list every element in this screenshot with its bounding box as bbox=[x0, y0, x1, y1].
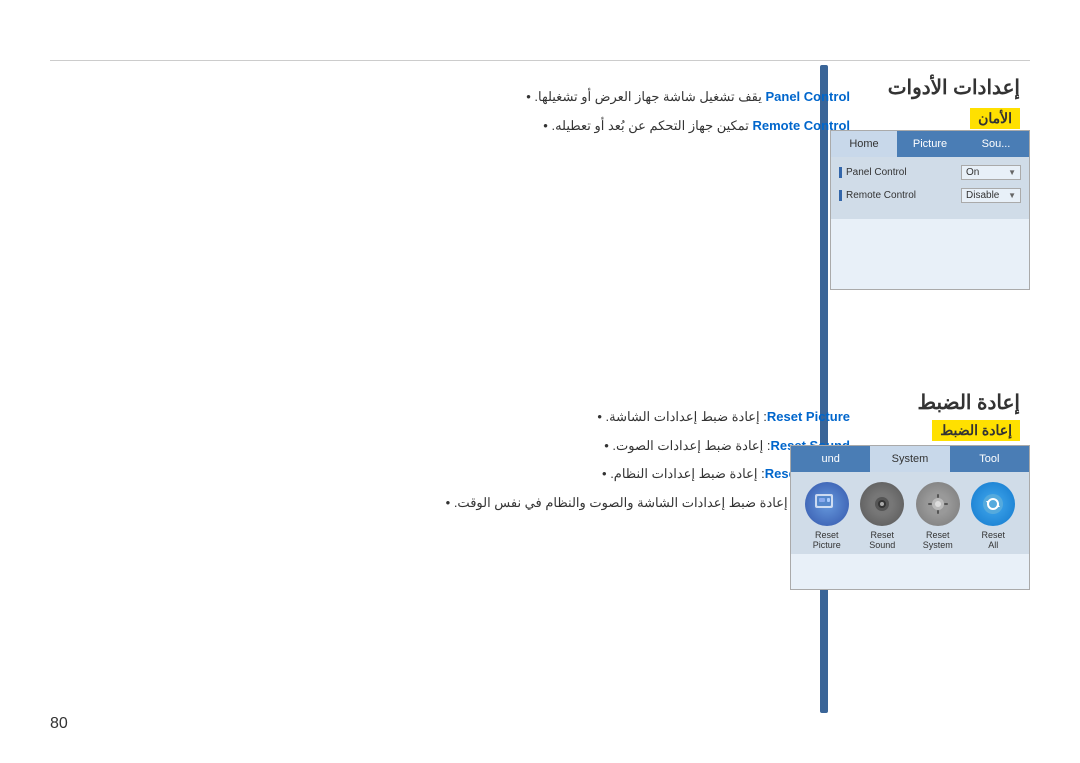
section1-description: Panel Control يقف تشغيل شاشة جهاز العرض … bbox=[100, 85, 850, 144]
vertical-divider bbox=[820, 65, 828, 713]
section1-item-1: Panel Control يقف تشغيل شاشة جهاز العرض … bbox=[100, 85, 850, 108]
screenshot1-remote-label: Remote Control bbox=[839, 190, 957, 201]
section1-title: إعدادات الأدوات bbox=[888, 75, 1020, 100]
screenshot-security: Home Picture Sou... Panel Control On ▼ R… bbox=[830, 130, 1030, 290]
tab-picture[interactable]: Picture bbox=[897, 131, 963, 157]
section1-subtitle: الأمان bbox=[970, 108, 1020, 129]
remote-control-desc: تمكين جهاز التحكم عن بُعد أو تعطيله. bbox=[551, 118, 748, 133]
reset-system-desc: إعادة ضبط إعدادات النظام. bbox=[610, 466, 757, 481]
reset-system-icon bbox=[916, 482, 960, 526]
reset-system-label-img: ResetSystem bbox=[923, 530, 953, 550]
reset-sound-desc: إعادة ضبط إعدادات الصوت. bbox=[612, 438, 763, 453]
screenshot1-row-panel: Panel Control On ▼ bbox=[839, 165, 1021, 180]
reset-picture-label: Reset Picture bbox=[767, 409, 850, 424]
reset-all-desc: إعادة ضبط إعدادات الشاشة والصوت والنظام … bbox=[454, 495, 788, 510]
top-divider bbox=[50, 60, 1030, 61]
reset-all-label-img: ResetAll bbox=[981, 530, 1005, 550]
tab-tool[interactable]: Tool bbox=[950, 446, 1029, 472]
reset-all-icon bbox=[971, 482, 1015, 526]
reset-picture-icon bbox=[805, 482, 849, 526]
panel-control-label: Panel Control bbox=[765, 89, 850, 104]
screenshot2-tabbar: und System Tool bbox=[791, 446, 1029, 472]
section2-title: إعادة الضبط bbox=[917, 390, 1020, 415]
reset-all-icon-item: ResetAll bbox=[967, 482, 1019, 550]
reset-sound-icon-item: ResetSound bbox=[856, 482, 908, 550]
reset-picture-label-img: Reset Picture bbox=[801, 530, 853, 550]
screenshot2-icons: Reset Picture ResetSound bbox=[791, 472, 1029, 554]
tab-system[interactable]: System bbox=[870, 446, 949, 472]
page-number: 80 bbox=[50, 715, 68, 733]
screenshot1-tabbar: Home Picture Sou... bbox=[831, 131, 1029, 157]
section2-item-4: Reset All: إعادة ضبط إعدادات الشاشة والص… bbox=[100, 491, 850, 516]
reset-picture-desc: إعادة ضبط إعدادات الشاشة. bbox=[606, 409, 760, 424]
section2-item-3: Reset System: إعادة ضبط إعدادات النظام. … bbox=[100, 462, 850, 487]
reset-system-icon-item: ResetSystem bbox=[912, 482, 964, 550]
screenshot1-panel-value: On ▼ bbox=[961, 165, 1021, 180]
reset-picture-icon-item: Reset Picture bbox=[801, 482, 853, 550]
screenshot1-remote-value: Disable ▼ bbox=[961, 188, 1021, 203]
reset-sound-label-img: ResetSound bbox=[869, 530, 895, 550]
tab-und[interactable]: und bbox=[791, 446, 870, 472]
tab-sou[interactable]: Sou... bbox=[963, 131, 1029, 157]
screenshot1-panel-label: Panel Control bbox=[839, 167, 957, 178]
reset-sound-icon bbox=[860, 482, 904, 526]
section2-item-2: Reset Sound: إعادة ضبط إعدادات الصوت. • bbox=[100, 434, 850, 459]
tab-home[interactable]: Home bbox=[831, 131, 897, 157]
section2-description: Reset Picture: إعادة ضبط إعدادات الشاشة.… bbox=[100, 405, 850, 520]
panel-control-desc: يقف تشغيل شاشة جهاز العرض أو تشغيلها. bbox=[534, 89, 761, 104]
section1-item-2: Remote Control تمكين جهاز التحكم عن بُعد… bbox=[100, 114, 850, 137]
screenshot-reset: und System Tool Reset Picture bbox=[790, 445, 1030, 590]
screenshot1-row-remote: Remote Control Disable ▼ bbox=[839, 188, 1021, 203]
section2-subtitle: إعادة الضبط bbox=[932, 420, 1020, 441]
screenshot1-content: Panel Control On ▼ Remote Control Disabl… bbox=[831, 157, 1029, 219]
section2-item-1: Reset Picture: إعادة ضبط إعدادات الشاشة.… bbox=[100, 405, 850, 430]
